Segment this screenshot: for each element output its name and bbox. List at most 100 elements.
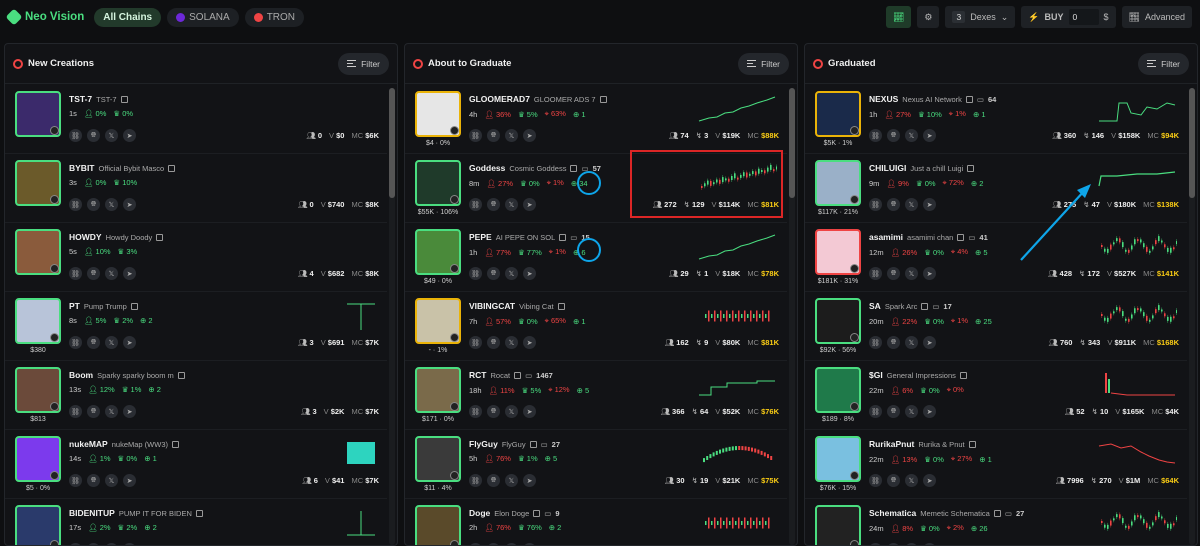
token-avatar[interactable] xyxy=(15,298,61,344)
x-icon[interactable]: 𝕏 xyxy=(905,336,918,349)
telegram-icon[interactable]: ➤ xyxy=(523,267,536,280)
scrollbar[interactable] xyxy=(1189,88,1195,545)
telegram-icon[interactable]: ➤ xyxy=(523,336,536,349)
telegram-icon[interactable]: ➤ xyxy=(923,129,936,142)
globe-icon[interactable]: 🌐︎ xyxy=(87,267,100,280)
x-icon[interactable]: 𝕏 xyxy=(105,405,118,418)
token-avatar[interactable] xyxy=(15,229,61,275)
token-symbol[interactable]: Boom xyxy=(69,370,93,380)
filter-button[interactable]: Filter xyxy=(338,52,389,75)
globe-icon[interactable]: 🌐︎ xyxy=(887,129,900,142)
telegram-icon[interactable]: ➤ xyxy=(923,198,936,211)
token-avatar[interactable] xyxy=(15,91,61,137)
copy-icon[interactable] xyxy=(959,371,967,379)
link-icon[interactable]: ⛓ xyxy=(869,198,882,211)
scrollbar[interactable] xyxy=(389,88,395,545)
chain-all[interactable]: All Chains xyxy=(94,7,162,27)
telegram-icon[interactable]: ➤ xyxy=(123,405,136,418)
buy-amount-input[interactable]: 0 xyxy=(1068,9,1099,25)
link-icon[interactable]: ⛓ xyxy=(69,129,82,142)
scrollbar-thumb[interactable] xyxy=(789,88,795,198)
token-symbol[interactable]: VIBINGCAT xyxy=(469,301,515,311)
telegram-icon[interactable]: ➤ xyxy=(523,405,536,418)
copy-icon[interactable] xyxy=(172,440,179,448)
token-symbol[interactable]: BIDENITUP xyxy=(69,508,115,518)
copy-icon[interactable] xyxy=(965,95,973,103)
telegram-icon[interactable]: ➤ xyxy=(923,405,936,418)
telegram-icon[interactable]: ➤ xyxy=(123,198,136,211)
token-row[interactable]: $813 Boom Sparky sparky boom m 13s 👤︎ 12% ♛ 1… xyxy=(5,361,387,430)
copy-icon[interactable] xyxy=(120,95,128,103)
globe-icon[interactable]: 🌐︎ xyxy=(487,336,500,349)
token-row[interactable]: Schematica Memetic Schematica ▭ 27 24m 👤︎ 8% ♛… xyxy=(805,499,1187,545)
token-row[interactable]: $181K · 31% asamimi asamimi chan ▭ 41 12m 👤︎ 2… xyxy=(805,223,1187,292)
token-avatar[interactable] xyxy=(15,367,61,413)
token-row[interactable]: $380 PT Pump Trump 8s 👤︎ 5% ♛ 2% ⊕ 2 ⛓ 🌐︎ 𝕏 ➤ 👥︎ 3V… xyxy=(5,292,387,361)
scrollbar-thumb[interactable] xyxy=(389,88,395,198)
token-row[interactable]: DogeElon Doge▭92h👤︎ 76%♛ 76%⊕ 2⛓🌐︎𝕏➤ xyxy=(405,499,787,545)
link-icon[interactable]: ⛓ xyxy=(469,405,482,418)
link-icon[interactable]: ⛓ xyxy=(869,405,882,418)
token-symbol[interactable]: PT xyxy=(69,301,80,311)
token-row[interactable]: BIDENITUP PUMP IT FOR BIDEN 17s 👤︎ 2% ♛ 2% ⊕ … xyxy=(5,499,387,545)
globe-icon[interactable]: 🌐︎ xyxy=(887,474,900,487)
globe-icon[interactable]: 🌐︎ xyxy=(487,267,500,280)
token-avatar[interactable] xyxy=(815,436,861,482)
token-avatar[interactable] xyxy=(415,367,461,413)
copy-icon[interactable] xyxy=(168,164,176,172)
token-symbol[interactable]: GLOOMERAD7 xyxy=(469,94,530,104)
token-symbol[interactable]: RCT xyxy=(469,370,486,380)
link-icon[interactable]: ⛓ xyxy=(69,267,82,280)
scrollbar-thumb[interactable] xyxy=(1189,88,1195,198)
x-icon[interactable]: 𝕏 xyxy=(905,198,918,211)
globe-icon[interactable]: 🌐︎ xyxy=(87,405,100,418)
copy-icon[interactable] xyxy=(156,233,164,241)
token-row[interactable]: BYBIT Official Bybit Masco 3s 👤︎ 0% ♛ 10% ⛓ 🌐︎… xyxy=(5,154,387,223)
copy-icon[interactable] xyxy=(529,440,537,448)
globe-icon[interactable]: 🌐︎ xyxy=(487,474,500,487)
settings-button[interactable]: ⚙ xyxy=(917,6,940,28)
token-symbol[interactable]: asamimi xyxy=(869,232,903,242)
token-symbol[interactable]: CHILUIGI xyxy=(869,163,906,173)
x-icon[interactable]: 𝕏 xyxy=(505,405,518,418)
link-icon[interactable]: ⛓ xyxy=(869,336,882,349)
globe-icon[interactable]: 🌐︎ xyxy=(487,198,500,211)
token-symbol[interactable]: FlyGuy xyxy=(469,439,498,449)
globe-icon[interactable]: 🌐︎ xyxy=(887,198,900,211)
copy-icon[interactable] xyxy=(967,164,975,172)
filter-button[interactable]: Filter xyxy=(1138,52,1189,75)
token-symbol[interactable]: TST-7 xyxy=(69,94,92,104)
token-symbol[interactable]: SA xyxy=(869,301,881,311)
link-icon[interactable]: ⛓ xyxy=(69,474,82,487)
brand[interactable]: Neo Vision xyxy=(5,8,84,26)
token-avatar[interactable] xyxy=(815,505,861,545)
scrollbar[interactable] xyxy=(789,88,795,545)
copy-icon[interactable] xyxy=(993,509,1001,517)
link-icon[interactable]: ⛓ xyxy=(469,267,482,280)
token-row[interactable]: $76K · 15% RurikaPnut Rurika & Pnut 22m 👤︎ 1… xyxy=(805,430,1187,499)
link-icon[interactable]: ⛓ xyxy=(469,129,482,142)
link-icon[interactable]: ⛓ xyxy=(69,198,82,211)
telegram-icon[interactable]: ➤ xyxy=(123,474,136,487)
token-avatar[interactable] xyxy=(815,229,861,275)
token-avatar[interactable] xyxy=(815,160,861,206)
link-icon[interactable]: ⛓ xyxy=(469,336,482,349)
link-icon[interactable]: ⛓ xyxy=(469,198,482,211)
token-row[interactable]: $117K · 21% CHILUIGI Just a chill Luigi 9m 👤… xyxy=(805,154,1187,223)
link-icon[interactable]: ⛓ xyxy=(69,336,82,349)
copy-icon[interactable] xyxy=(559,233,567,241)
token-avatar[interactable] xyxy=(815,91,861,137)
copy-icon[interactable] xyxy=(130,302,138,310)
copy-icon[interactable] xyxy=(921,302,929,310)
token-symbol[interactable]: PEPE xyxy=(469,232,492,242)
telegram-icon[interactable]: ➤ xyxy=(923,474,936,487)
token-row[interactable]: - · 1% VIBINGCAT Vibing Cat 7h 👤︎ 57% ♛ 0% ⌖ 6… xyxy=(405,292,787,361)
link-icon[interactable]: ⛓ xyxy=(469,474,482,487)
token-symbol[interactable]: RurikaPnut xyxy=(869,439,914,449)
advanced-button[interactable]: 📉︎ Advanced xyxy=(1121,6,1192,28)
chart-toggle-button[interactable]: 📈︎ xyxy=(885,6,912,28)
token-avatar[interactable] xyxy=(815,298,861,344)
telegram-icon[interactable]: ➤ xyxy=(123,129,136,142)
token-row[interactable]: $5 · 0% nukeMAP nukeMap (WW3) 14s 👤︎ 1% ♛ 0% ⊕… xyxy=(5,430,387,499)
token-row[interactable]: $171 · 0% RCT Rocat ▭ 1467 18h 👤︎ 11% ♛ 5% ⌖ 12%… xyxy=(405,361,787,430)
